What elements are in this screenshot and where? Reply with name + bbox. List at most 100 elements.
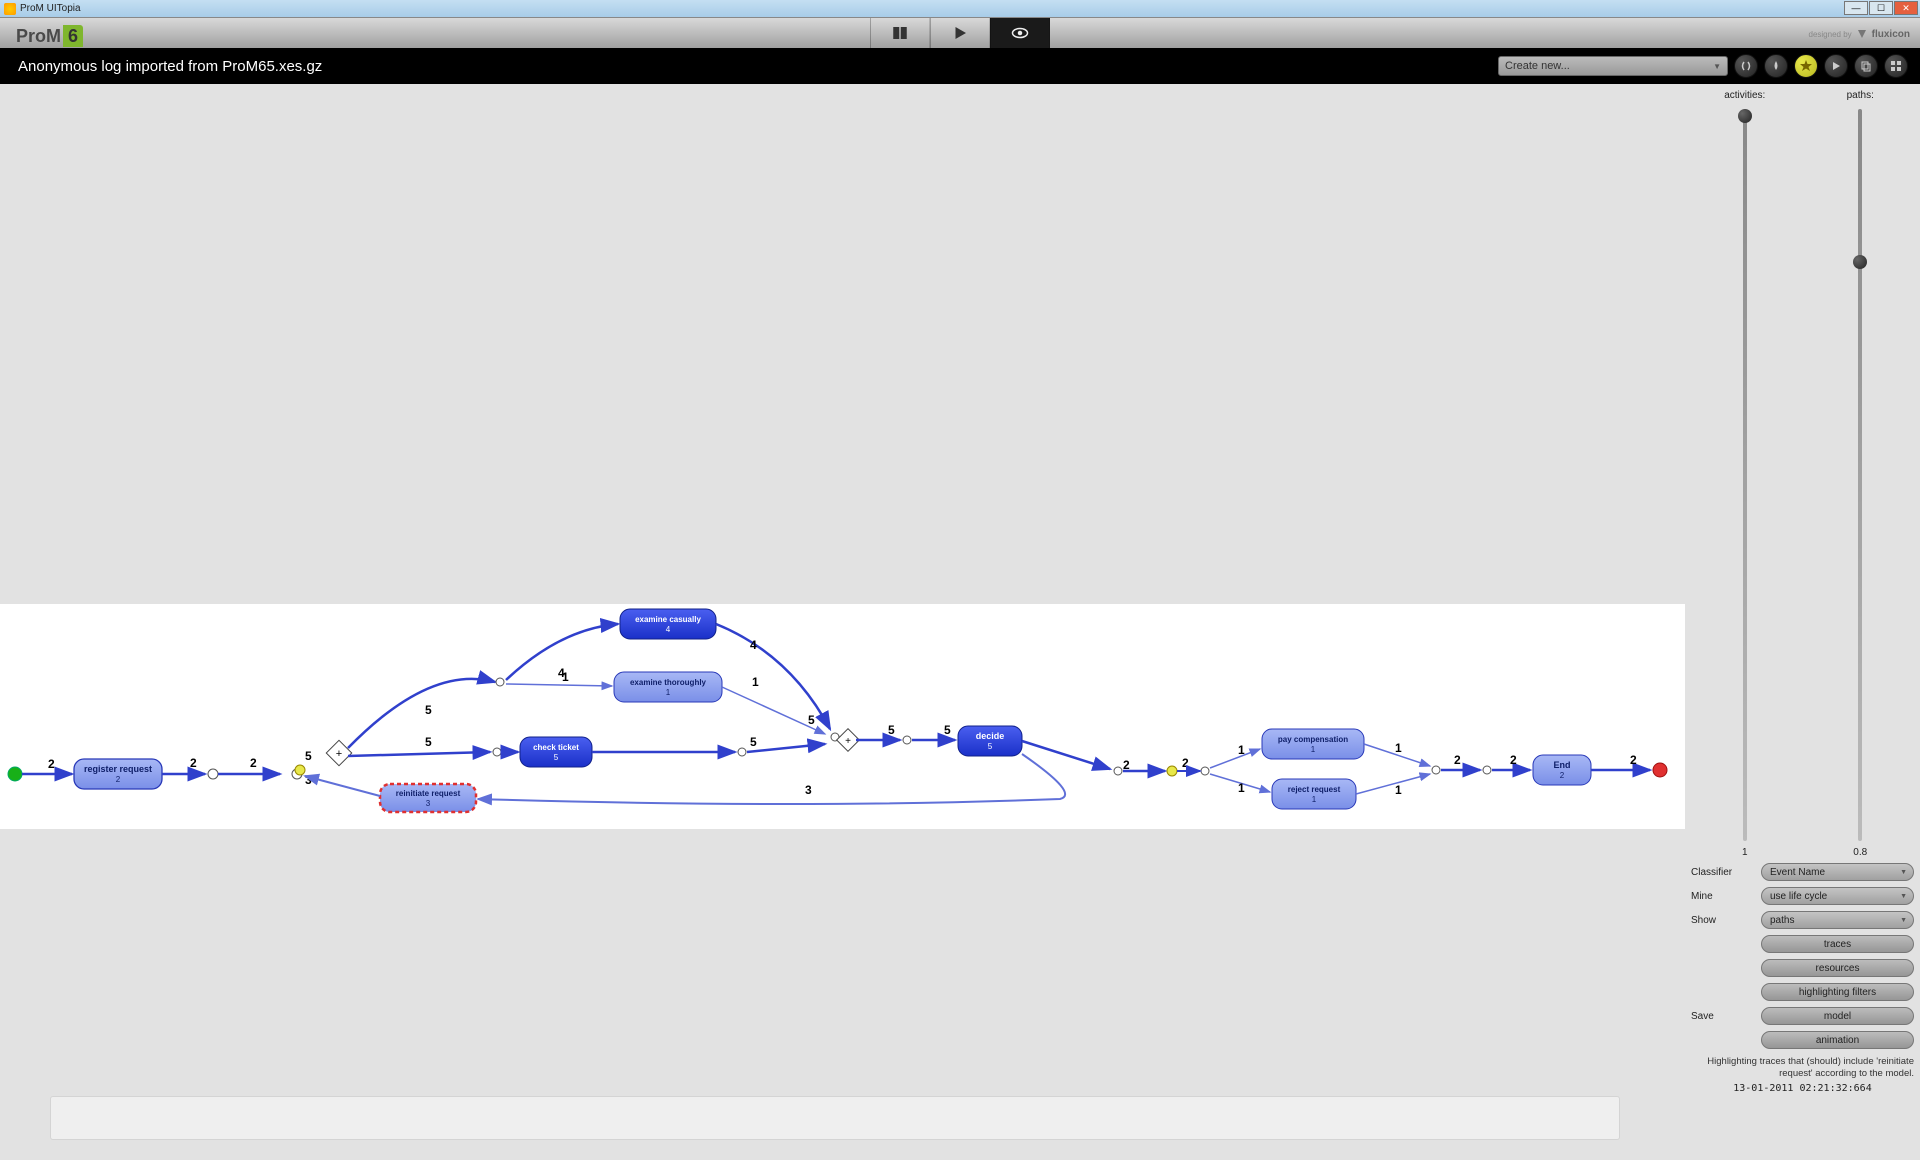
grid-icon bbox=[1890, 60, 1902, 72]
slider-thumb[interactable] bbox=[1738, 109, 1752, 123]
svg-text:+: + bbox=[336, 748, 342, 760]
node-decide[interactable]: decide 5 bbox=[958, 726, 1022, 756]
node-count: 5 bbox=[988, 742, 993, 751]
edge-label: 5 bbox=[888, 723, 895, 737]
create-new-dropdown[interactable]: Create new... bbox=[1498, 56, 1728, 76]
traces-button[interactable]: traces bbox=[1761, 935, 1914, 953]
parentheses-icon bbox=[1740, 60, 1752, 72]
play-small-icon bbox=[1831, 61, 1841, 71]
select-value: Event Name bbox=[1770, 867, 1825, 878]
brand-name: fluxicon bbox=[1872, 29, 1910, 40]
edge-label: 1 bbox=[1395, 783, 1402, 797]
edge-label: 5 bbox=[305, 749, 312, 763]
right-panel: activities: 1 paths: 0.8 Classifier Even… bbox=[1685, 84, 1920, 1160]
process-graph: 2 register request 2 2 2 5 3 + 5 bbox=[0, 574, 1680, 854]
tab-section bbox=[870, 18, 1050, 48]
node-examine-casually[interactable]: examine casually 4 bbox=[620, 609, 716, 639]
logo-version: 6 bbox=[63, 25, 83, 47]
edge-label: 1 bbox=[562, 670, 569, 684]
minimize-button[interactable]: — bbox=[1844, 1, 1868, 15]
highlighting-filters-button[interactable]: highlighting filters bbox=[1761, 983, 1914, 1001]
slider-value: 0.8 bbox=[1853, 847, 1867, 858]
svg-text:+: + bbox=[845, 736, 851, 747]
slider-thumb[interactable] bbox=[1853, 255, 1867, 269]
star-icon bbox=[1799, 59, 1813, 73]
end-token[interactable] bbox=[1653, 763, 1667, 777]
play-button[interactable] bbox=[1824, 54, 1848, 78]
start-token[interactable] bbox=[8, 767, 22, 781]
node-reinitiate-request[interactable]: reinitiate request 3 bbox=[380, 784, 476, 812]
node-count: 1 bbox=[666, 688, 671, 697]
slider-label: activities: bbox=[1724, 90, 1765, 101]
edge-label: 1 bbox=[1238, 743, 1245, 757]
node-pay-compensation[interactable]: pay compensation 1 bbox=[1262, 729, 1364, 759]
node-label: reinitiate request bbox=[396, 789, 461, 798]
button-label: model bbox=[1824, 1011, 1851, 1022]
button-label: animation bbox=[1816, 1035, 1859, 1046]
slider-value: 1 bbox=[1742, 847, 1748, 858]
select-value: use life cycle bbox=[1770, 891, 1827, 902]
favorite-button[interactable] bbox=[1794, 54, 1818, 78]
node-label: examine casually bbox=[635, 615, 701, 624]
copy-button[interactable] bbox=[1854, 54, 1878, 78]
button-label: highlighting filters bbox=[1799, 987, 1876, 998]
close-button[interactable]: ✕ bbox=[1894, 1, 1918, 15]
edge-label: 2 bbox=[1182, 756, 1189, 770]
edge-label: 5 bbox=[425, 703, 432, 717]
tab-view[interactable] bbox=[990, 18, 1050, 48]
edge-label: 2 bbox=[1510, 753, 1517, 767]
edge-label: 1 bbox=[1395, 741, 1402, 755]
brand-prefix: designed by bbox=[1809, 30, 1852, 39]
node-count: 1 bbox=[1312, 795, 1317, 804]
grid-button[interactable] bbox=[1884, 54, 1908, 78]
node-examine-thoroughly[interactable]: examine thoroughly 1 bbox=[614, 672, 722, 702]
tab-workspace[interactable] bbox=[870, 18, 930, 48]
node-label: pay compensation bbox=[1278, 735, 1348, 744]
drop-button[interactable] bbox=[1764, 54, 1788, 78]
model-button[interactable]: model bbox=[1761, 1007, 1914, 1025]
fluxicon-icon bbox=[1856, 28, 1868, 40]
edge-label: 2 bbox=[1630, 753, 1637, 767]
tab-action[interactable] bbox=[930, 18, 990, 48]
context-bar: Anonymous log imported from ProM65.xes.g… bbox=[0, 48, 1920, 84]
node-label: check ticket bbox=[533, 743, 579, 752]
paths-slider[interactable]: paths: 0.8 bbox=[1807, 90, 1915, 858]
node-count: 1 bbox=[1311, 745, 1316, 754]
brand-footer: designed by fluxicon bbox=[1809, 28, 1911, 40]
node-reject-request[interactable]: reject request 1 bbox=[1272, 779, 1356, 809]
node-count: 4 bbox=[666, 625, 671, 634]
maximize-button[interactable]: ☐ bbox=[1869, 1, 1893, 15]
edge-label: 2 bbox=[250, 756, 257, 770]
edge-label: 5 bbox=[425, 735, 432, 749]
animation-button[interactable]: animation bbox=[1761, 1031, 1914, 1049]
input-strip[interactable] bbox=[50, 1096, 1620, 1140]
node-label: decide bbox=[976, 731, 1005, 741]
mine-label: Mine bbox=[1691, 891, 1761, 902]
refresh-button[interactable] bbox=[1734, 54, 1758, 78]
activities-slider[interactable]: activities: 1 bbox=[1691, 90, 1799, 858]
show-label: Show bbox=[1691, 915, 1761, 926]
resources-button[interactable]: resources bbox=[1761, 959, 1914, 977]
node-check-ticket[interactable]: check ticket 5 bbox=[520, 737, 592, 767]
node-end[interactable]: End 2 bbox=[1533, 755, 1591, 785]
app-toolbar: ProM6 designed by fluxicon bbox=[0, 18, 1920, 48]
node-label: End bbox=[1554, 760, 1571, 770]
log-title: Anonymous log imported from ProM65.xes.g… bbox=[18, 58, 322, 75]
button-label: resources bbox=[1816, 963, 1860, 974]
slider-label: paths: bbox=[1847, 90, 1874, 101]
slider-track[interactable] bbox=[1858, 109, 1862, 841]
slider-track[interactable] bbox=[1743, 109, 1747, 841]
save-label: Save bbox=[1691, 1011, 1761, 1022]
create-new-label: Create new... bbox=[1505, 60, 1570, 72]
edge-label: 2 bbox=[48, 757, 55, 771]
window-title: ProM UITopia bbox=[20, 3, 81, 14]
graph-canvas[interactable]: 2 register request 2 2 2 5 3 + 5 bbox=[0, 84, 1685, 1160]
mine-select[interactable]: use life cycle bbox=[1761, 887, 1914, 905]
show-select[interactable]: paths bbox=[1761, 911, 1914, 929]
node-label: reject request bbox=[1288, 785, 1341, 794]
prom-logo: ProM6 bbox=[16, 26, 83, 47]
workspace-icon bbox=[889, 24, 911, 42]
node-register-request[interactable]: register request 2 bbox=[74, 759, 162, 789]
node-label: examine thoroughly bbox=[630, 678, 707, 687]
classifier-select[interactable]: Event Name bbox=[1761, 863, 1914, 881]
